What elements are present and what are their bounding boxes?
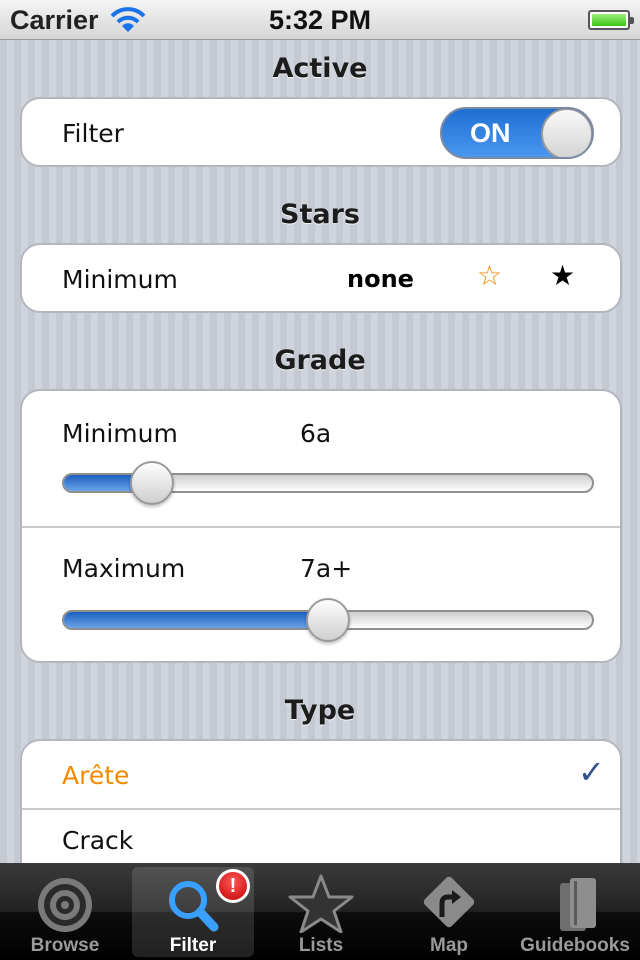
checkmark-icon: ✓	[578, 753, 605, 791]
filter-badge: !	[216, 869, 250, 903]
star-filled-icon[interactable]: ★	[550, 259, 575, 292]
stars-minimum-label: Minimum	[62, 265, 178, 294]
filter-toggle-switch[interactable]: ON	[440, 107, 594, 159]
grade-minimum-label: Minimum	[62, 419, 178, 448]
books-icon	[560, 878, 596, 931]
stars-none-option[interactable]: none	[347, 265, 414, 293]
tab-lists[interactable]: Lists	[260, 867, 382, 957]
grade-group: Minimum 6a Maximum 7a+	[20, 389, 622, 663]
grade-minimum-row: Minimum 6a	[22, 391, 620, 526]
grade-minimum-value: 6a	[300, 419, 332, 448]
tab-label-filter: Filter	[169, 935, 217, 956]
type-label-arete: Arête	[62, 761, 130, 790]
tab-browse[interactable]: Browse	[4, 867, 126, 957]
type-label-crack: Crack	[62, 826, 134, 855]
grade-maximum-value: 7a+	[300, 554, 353, 583]
tab-label-lists: Lists	[298, 935, 344, 956]
star-outline-icon[interactable]: ☆	[477, 259, 502, 292]
section-title-type: Type	[284, 695, 356, 726]
tab-bar: Browse ! Filter Lists Map Guidebooks	[0, 863, 640, 960]
tab-map[interactable]: Map	[388, 867, 510, 957]
battery-icon	[588, 10, 634, 30]
switch-knob[interactable]	[541, 109, 592, 157]
filter-label: Filter	[62, 119, 124, 148]
star-icon	[288, 874, 354, 933]
status-bar: Carrier 5:32 PM	[0, 0, 640, 40]
clock: 5:32 PM	[268, 5, 372, 35]
tab-guidebooks[interactable]: Guidebooks	[514, 867, 636, 957]
grade-maximum-slider-fill	[64, 612, 330, 628]
grade-minimum-slider-knob[interactable]	[130, 461, 175, 505]
section-title-grade: Grade	[274, 345, 366, 376]
tab-label-guidebooks: Guidebooks	[520, 935, 630, 956]
stars-group: Minimum none ☆ ★	[20, 243, 622, 313]
tab-filter[interactable]: ! Filter	[132, 867, 254, 957]
tab-label-browse: Browse	[30, 935, 100, 956]
active-group: Filter ON	[20, 97, 622, 167]
section-title-stars: Stars	[280, 199, 360, 230]
type-row-arete[interactable]: Arête ✓	[22, 741, 620, 808]
grade-maximum-label: Maximum	[62, 554, 186, 583]
filter-row: Filter ON	[22, 99, 620, 165]
section-title-active: Active	[272, 53, 368, 84]
stars-minimum-row[interactable]: Minimum none ☆ ★	[22, 245, 620, 311]
target-icon	[38, 878, 92, 932]
grade-maximum-slider-knob[interactable]	[306, 598, 350, 642]
switch-on-label: ON	[470, 118, 511, 148]
grade-maximum-row: Maximum 7a+	[22, 526, 620, 661]
tab-label-map: Map	[430, 935, 468, 956]
direction-sign-icon	[423, 876, 475, 928]
